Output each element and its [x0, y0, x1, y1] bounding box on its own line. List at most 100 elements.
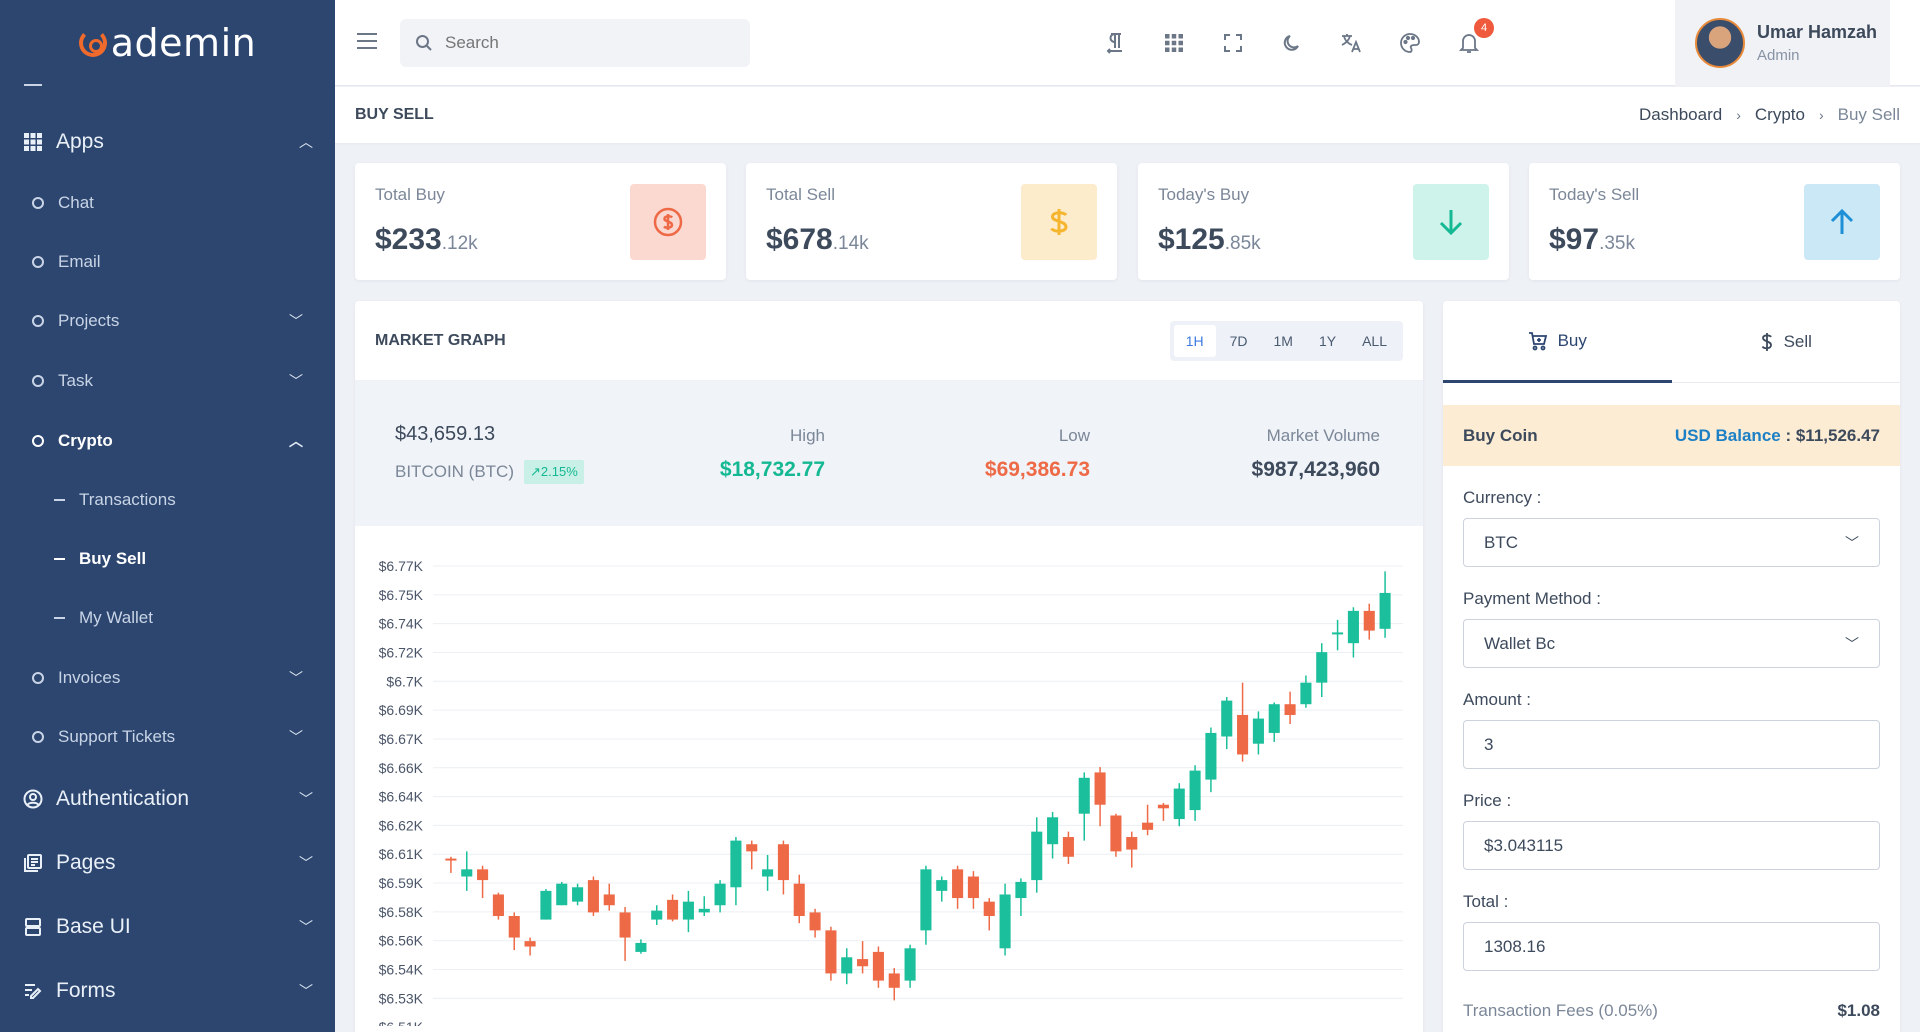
candle-body	[619, 912, 631, 938]
sidebar-subitem-buy-sell[interactable]: Buy Sell	[0, 539, 335, 579]
sidebar-group-authentication[interactable]: Authentication ﹀	[0, 775, 335, 823]
candle-body	[904, 948, 916, 981]
trade-tabs: Buy Sell	[1443, 301, 1900, 383]
sidebar-group-forms[interactable]: Forms ﹀	[0, 967, 335, 1015]
tab-buy[interactable]: Buy	[1443, 301, 1672, 383]
y-axis-tick-label: $6.69K	[379, 702, 424, 718]
amount-input[interactable]: 3	[1463, 720, 1880, 769]
range-tab-7d[interactable]: 7D	[1218, 325, 1260, 357]
sidebar-subitem-transactions[interactable]: Transactions	[0, 480, 335, 520]
circle-icon	[32, 197, 44, 209]
circle-icon	[32, 375, 44, 387]
market-graph-card: MARKET GRAPH 1H 7D 1M 1Y ALL $43,659.13 …	[355, 301, 1423, 1032]
sidebar-group-base-ui[interactable]: Base UI ﹀	[0, 903, 335, 951]
sidebar-item-invoices[interactable]: Invoices ﹀	[0, 656, 335, 700]
sidebar-subitem-label: Transactions	[79, 490, 176, 509]
y-axis-tick-label: $6.66K	[379, 760, 424, 776]
price-input[interactable]: $3.043115	[1463, 821, 1880, 870]
chevron-up-icon: ︿	[289, 433, 303, 449]
dash-icon	[54, 558, 65, 560]
y-axis-tick-label: $6.62K	[379, 817, 424, 833]
menu-toggle-icon[interactable]	[357, 33, 377, 49]
stat-card-todays-sell: Today's Sell $97.35k	[1529, 163, 1900, 280]
market-graph-title: MARKET GRAPH	[375, 331, 506, 349]
circle-icon	[32, 672, 44, 684]
payment-method-select[interactable]: Wallet Bc ﹀	[1463, 619, 1880, 668]
user-profile-menu[interactable]: Umar Hamzah Admin	[1675, 0, 1890, 86]
fees-label: Transaction Fees (0.05%)	[1463, 1001, 1658, 1020]
currency-select[interactable]: BTC ﹀	[1463, 518, 1880, 567]
sidebar-item-email[interactable]: Email	[0, 240, 335, 284]
high-label: High	[790, 425, 825, 445]
payment-method-value: Wallet Bc	[1484, 633, 1556, 653]
transaction-fees: Transaction Fees (0.05%) $1.08	[1463, 1001, 1880, 1021]
candle-body	[1252, 718, 1264, 744]
y-axis-tick-label: $6.64K	[379, 789, 424, 805]
sidebar-item-label: Email	[58, 252, 101, 271]
range-tab-1m[interactable]: 1M	[1262, 325, 1305, 357]
dark-mode-moon-icon[interactable]	[1279, 30, 1305, 56]
high-value: $18,732.77	[719, 457, 825, 481]
breadcrumb-link-crypto[interactable]: Crypto	[1755, 105, 1805, 125]
candle-body	[667, 899, 679, 920]
candle-body	[1237, 714, 1249, 755]
breadcrumb: Dashboard › Crypto › Buy Sell	[1639, 105, 1900, 125]
buy-form: Currency : BTC ﹀ Payment Method : Wallet…	[1443, 488, 1900, 1021]
pages-icon	[22, 852, 44, 874]
chevron-down-icon: ﹀	[299, 855, 313, 871]
candle-body	[1284, 704, 1296, 715]
candle-body	[508, 916, 520, 938]
sidebar-item-task[interactable]: Task ﹀	[0, 359, 335, 403]
theme-palette-icon[interactable]	[1397, 30, 1423, 56]
range-tab-1h[interactable]: 1H	[1173, 324, 1216, 357]
y-axis-tick-label: $6.58K	[379, 904, 424, 920]
candle-body	[1110, 815, 1122, 852]
breadcrumb-current: Buy Sell	[1837, 105, 1900, 124]
candle-body	[952, 869, 964, 899]
candle-body	[1126, 837, 1138, 850]
arrow-down-icon	[1413, 184, 1489, 260]
chevron-down-icon: ﹀	[299, 983, 313, 999]
brand-logo[interactable]: ademin	[0, 0, 335, 86]
sidebar-subitem-my-wallet[interactable]: My Wallet	[0, 598, 335, 638]
current-price: $43,659.13	[395, 423, 496, 445]
range-tab-1y[interactable]: 1Y	[1307, 325, 1348, 357]
candle-body	[920, 869, 932, 931]
tab-sell[interactable]: Sell	[1671, 301, 1900, 383]
y-axis-tick-label: $6.77K	[379, 558, 424, 574]
chevron-down-icon: ﹀	[1845, 534, 1859, 551]
sidebar: ademin Apps ︿ Chat Email Projects ﹀ Task…	[0, 0, 335, 1032]
translate-icon[interactable]	[1338, 30, 1364, 56]
notification-count-badge: 4	[1474, 18, 1494, 38]
search-input[interactable]	[445, 33, 725, 53]
candle-body	[1332, 632, 1344, 635]
sidebar-item-chat[interactable]: Chat	[0, 181, 335, 225]
sidebar-item-support-tickets[interactable]: Support Tickets ﹀	[0, 715, 335, 759]
range-tab-all[interactable]: ALL	[1350, 325, 1399, 357]
candle-body	[1300, 682, 1312, 705]
dash-icon	[54, 499, 65, 501]
candle-body	[1015, 881, 1027, 899]
breadcrumb-link-dashboard[interactable]: Dashboard	[1639, 105, 1722, 125]
chevron-right-icon: ›	[1736, 107, 1741, 123]
fullscreen-icon[interactable]	[1220, 30, 1246, 56]
sidebar-subitem-label: My Wallet	[79, 608, 153, 627]
candle-body	[682, 901, 694, 920]
candle-body	[936, 880, 948, 891]
rtl-toggle-icon[interactable]	[1102, 30, 1128, 56]
sidebar-item-crypto[interactable]: Crypto ︿	[0, 419, 335, 463]
stat-card-total-buy: Total Buy $233.12k	[355, 163, 726, 280]
notification-bell-icon[interactable]: 4	[1456, 18, 1494, 56]
search-box[interactable]	[400, 19, 750, 67]
dash-icon	[54, 617, 65, 619]
y-axis-tick-label: $6.61K	[379, 846, 424, 862]
total-input[interactable]: 1308.16	[1463, 922, 1880, 971]
sidebar-group-pages[interactable]: Pages ﹀	[0, 839, 335, 887]
payment-method-label: Payment Method :	[1463, 589, 1601, 608]
candle-body	[809, 912, 821, 931]
apps-grid-icon[interactable]	[1161, 30, 1187, 56]
collapse-dash-icon	[24, 84, 42, 86]
sidebar-item-projects[interactable]: Projects ﹀	[0, 299, 335, 343]
stat-card-todays-buy: Today's Buy $125.85k	[1138, 163, 1509, 280]
sidebar-group-apps[interactable]: Apps ︿	[0, 118, 335, 166]
